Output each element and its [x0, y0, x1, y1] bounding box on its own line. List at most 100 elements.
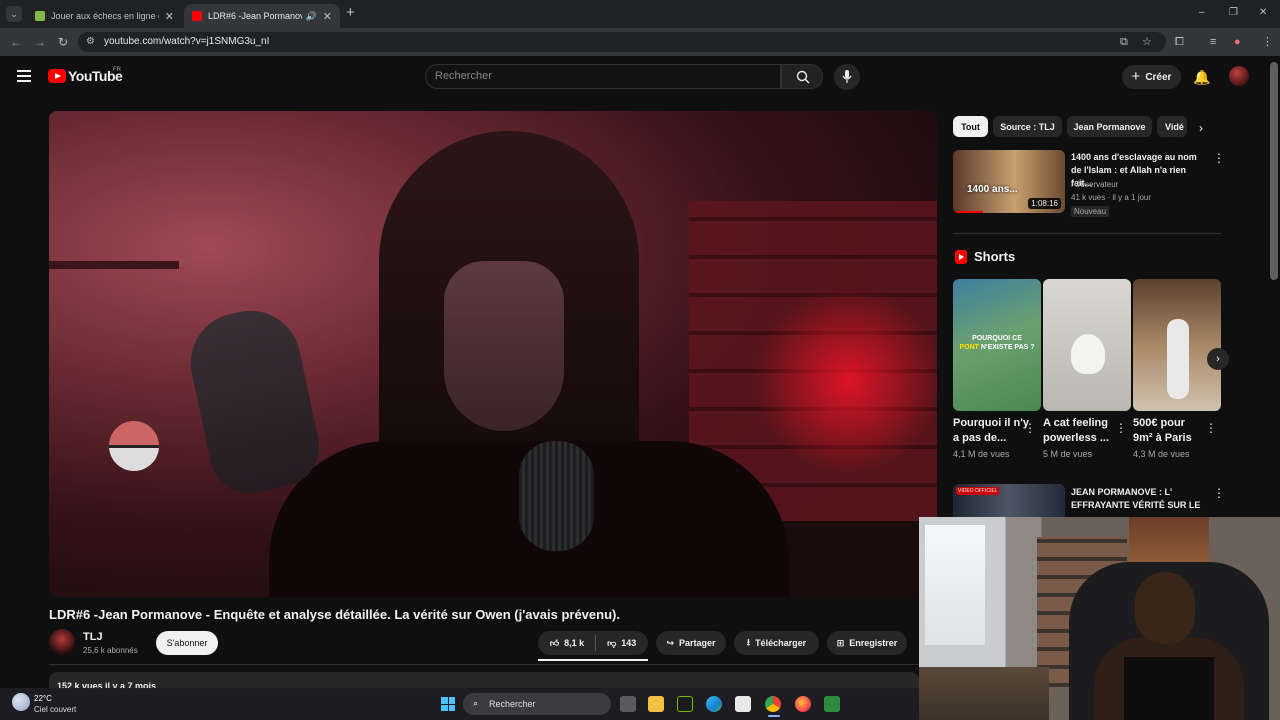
video-player[interactable] — [49, 111, 937, 597]
menu-icon[interactable] — [17, 70, 31, 82]
share-button[interactable]: ↪ Partager — [656, 631, 726, 655]
like-button[interactable]: 👍︎ 8,1 k — [550, 638, 584, 649]
close-tab-icon[interactable]: ✕ — [323, 10, 332, 23]
game-launcher-icon[interactable] — [824, 696, 840, 712]
create-button[interactable]: + Créer — [1122, 65, 1181, 89]
video-microphone — [519, 441, 594, 551]
shorts-next-chevron-icon[interactable]: › — [1207, 348, 1229, 370]
maximize-icon[interactable]: ❐ — [1229, 7, 1238, 18]
tab-youtube[interactable]: LDR#6 -Jean Pormanove - E 🔊 ✕ — [184, 4, 340, 28]
short-views: 5 M de vues — [1043, 449, 1093, 459]
weather-cloud-icon[interactable] — [12, 693, 30, 711]
youtube-logo-icon[interactable] — [48, 69, 66, 83]
short-title[interactable]: Pourquoi il n'y a pas de... — [953, 416, 1029, 446]
search-button[interactable] — [781, 64, 823, 89]
short-thumbnail[interactable] — [1043, 279, 1131, 411]
cam-desk — [919, 667, 1049, 720]
microsoft-store-icon[interactable] — [735, 696, 751, 712]
chip-all[interactable]: Tout — [953, 116, 988, 137]
site-info-icon[interactable]: ⚙ — [86, 36, 95, 47]
speaker-icon[interactable]: 🔊 — [306, 11, 317, 22]
active-app-indicator — [768, 715, 780, 717]
shorts-logo-icon — [955, 250, 967, 264]
account-avatar[interactable] — [1229, 66, 1249, 86]
weather-temperature[interactable]: 22°C — [34, 694, 52, 703]
edge-browser-icon[interactable] — [706, 696, 722, 712]
more-actions-icon[interactable]: ⋮ — [1213, 487, 1225, 499]
taskbar-search[interactable]: ⌕ Rechercher — [463, 693, 611, 715]
channel-avatar[interactable] — [49, 629, 75, 655]
bookmark-star-icon[interactable]: ☆ — [1142, 35, 1152, 49]
reload-icon[interactable]: ↻ — [58, 35, 68, 49]
tab-title: LDR#6 -Jean Pormanove - E — [208, 11, 302, 21]
windows-start-icon[interactable] — [441, 697, 455, 711]
forward-icon[interactable]: → — [34, 35, 46, 49]
reading-list-icon[interactable]: ≡ — [1210, 35, 1216, 49]
close-tab-icon[interactable]: ✕ — [165, 10, 174, 23]
notifications-bell-icon[interactable]: 🔔 — [1193, 69, 1210, 86]
short-overlay-yellow: PONT — [959, 344, 979, 351]
more-actions-icon[interactable]: ⋮ — [1115, 422, 1127, 434]
new-badge: Nouveau — [1071, 206, 1110, 217]
page-scrollbar[interactable] — [1270, 62, 1278, 280]
plus-icon: + — [1131, 68, 1141, 85]
chrome-icon[interactable] — [765, 696, 781, 712]
channel-name[interactable]: TLJ — [83, 631, 103, 643]
like-dislike-group: 👍︎ 8,1 k 👎︎ 143 — [538, 631, 648, 655]
recommendation-thumbnail[interactable]: VIDEO OFFICIEL — [953, 484, 1065, 518]
short-title[interactable]: 500€ pour 9m² à Paris — [1133, 416, 1203, 446]
back-icon[interactable]: ← — [10, 35, 22, 49]
short-overlay-white: POURQUOI CE — [972, 335, 1022, 342]
extensions-icon[interactable]: ⧠ — [1175, 35, 1184, 49]
profile-icon[interactable]: ● — [1234, 35, 1241, 49]
new-tab-button[interactable]: + — [346, 5, 355, 20]
task-view-icon[interactable] — [620, 696, 636, 712]
dislike-button[interactable]: 👎︎ 143 — [607, 638, 636, 649]
like-ratio-bar — [538, 659, 648, 661]
sidebar-divider — [953, 233, 1221, 234]
nvidia-icon[interactable] — [677, 696, 693, 712]
short-thumbnail[interactable]: POURQUOI CE PONT N'EXISTE PAS ? — [953, 279, 1041, 411]
download-label: Télécharger — [755, 638, 807, 648]
voice-search-button[interactable] — [834, 64, 860, 90]
more-actions-icon[interactable]: ⋮ — [1213, 152, 1225, 164]
short-person-image — [1167, 319, 1189, 399]
cam-window — [925, 525, 985, 645]
chevron-right-icon[interactable]: › — [1199, 121, 1203, 135]
minimize-icon[interactable]: – — [1199, 7, 1205, 18]
recommendation-channel[interactable]: l'Observateur — [1071, 180, 1118, 189]
search-placeholder: Rechercher — [435, 70, 492, 82]
file-explorer-icon[interactable] — [648, 696, 664, 712]
chip-source[interactable]: Source : TLJ — [993, 116, 1062, 137]
chip-jean-pormanove[interactable]: Jean Pormanove — [1067, 116, 1152, 137]
youtube-favicon-icon — [192, 11, 202, 21]
video-duration: 1:08:16 — [1028, 198, 1061, 209]
search-input[interactable]: Rechercher — [425, 64, 781, 89]
address-bar[interactable]: ⚙ youtube.com/watch?v=j1SNMG3u_nI — [78, 32, 1166, 52]
save-button[interactable]: ⊞ Enregistrer — [827, 631, 907, 655]
recommendation-thumbnail[interactable]: 1400 ans... 1:08:16 — [953, 150, 1065, 213]
browser-menu-icon[interactable]: ⋮ — [1262, 35, 1273, 49]
more-actions-icon[interactable]: ⋮ — [1024, 422, 1036, 434]
chip-videos[interactable]: Vidé — [1157, 116, 1187, 137]
close-window-icon[interactable]: ✕ — [1259, 7, 1267, 18]
subscribe-button[interactable]: S'abonner — [156, 631, 218, 655]
share-label: Partager — [679, 638, 716, 648]
short-cat-image — [1071, 334, 1105, 374]
download-button[interactable]: ⭳ Télécharger — [734, 631, 819, 655]
thumbs-up-icon: 👍︎ — [549, 637, 560, 648]
short-title[interactable]: A cat feeling powerless ... — [1043, 416, 1119, 446]
thumbnail-badge: VIDEO OFFICIEL — [956, 487, 1000, 495]
install-app-icon[interactable]: ⧉ — [1120, 35, 1128, 49]
weather-description[interactable]: Ciel couvert — [34, 705, 76, 714]
tab-chess[interactable]: Jouer aux échecs en ligne conti ✕ — [27, 4, 182, 28]
tab-search-button[interactable]: ⌄ — [6, 6, 22, 22]
short-views: 4,1 M de vues — [953, 449, 1010, 459]
more-actions-icon[interactable]: ⋮ — [1205, 422, 1217, 434]
webcam-overlay — [919, 517, 1280, 720]
firefox-icon[interactable] — [795, 696, 811, 712]
address-url[interactable]: youtube.com/watch?v=j1SNMG3u_nI — [104, 36, 269, 47]
save-label: Enregistrer — [849, 638, 898, 648]
thumbs-down-icon: 👎︎ — [607, 637, 617, 648]
short-thumbnail[interactable] — [1133, 279, 1221, 411]
